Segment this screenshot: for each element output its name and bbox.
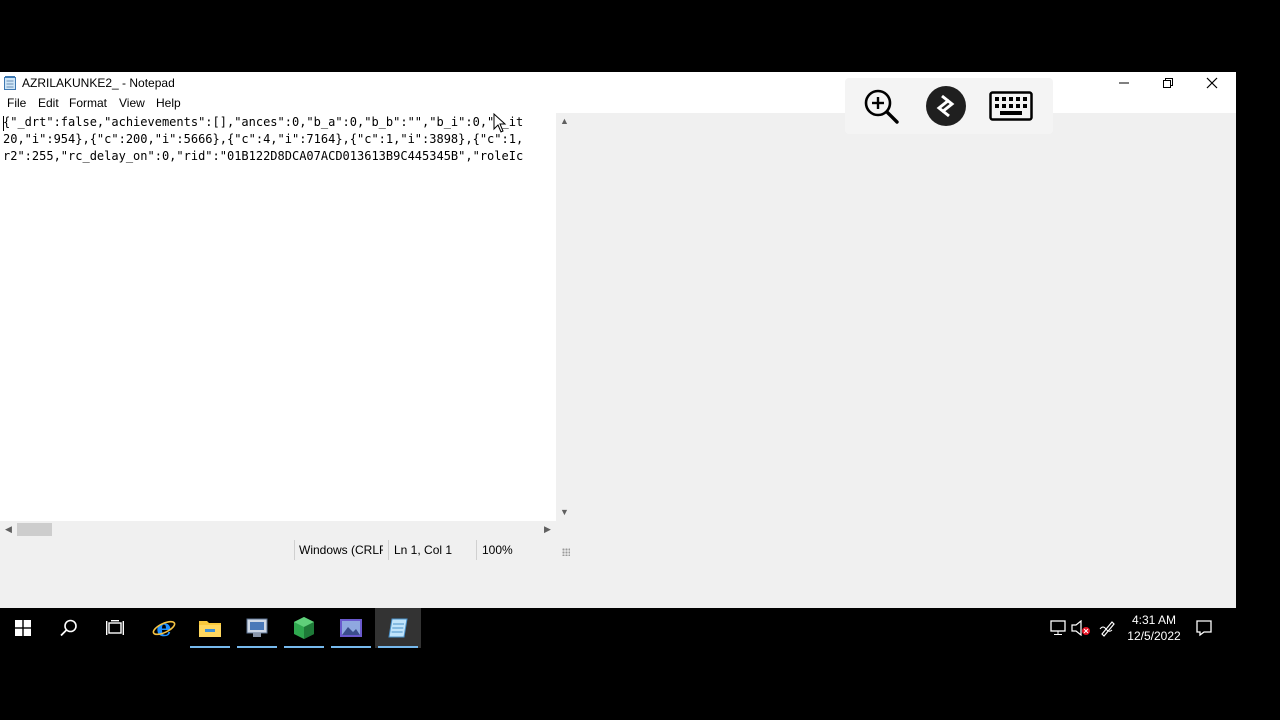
status-position: Ln 1, Col 1 <box>394 543 453 557</box>
status-zoom: 100% <box>482 543 513 557</box>
menu-format[interactable]: Format <box>69 96 107 110</box>
keyboard-button[interactable] <box>989 86 1033 126</box>
scroll-down-icon[interactable]: ▼ <box>556 504 573 521</box>
mouse-cursor-icon <box>493 113 507 133</box>
remote-desktop-icon <box>926 86 966 126</box>
restore-icon <box>1163 78 1173 88</box>
taskbar-notepad[interactable] <box>375 608 421 648</box>
remote-desktop-button[interactable] <box>924 86 968 126</box>
restore-button[interactable] <box>1146 72 1190 94</box>
status-line-ending: Windows (CRLF) <box>299 543 383 557</box>
menu-file[interactable]: File <box>7 96 26 110</box>
notepad-icon <box>388 618 408 638</box>
start-button[interactable] <box>0 608 46 648</box>
scroll-right-icon[interactable]: ▶ <box>539 521 556 538</box>
notepad-icon <box>4 76 16 90</box>
network-icon[interactable] <box>1048 618 1068 638</box>
minimize-button[interactable] <box>1102 72 1146 94</box>
scroll-left-icon[interactable]: ◀ <box>0 521 17 538</box>
scroll-up-icon[interactable]: ▲ <box>556 113 573 130</box>
horizontal-scrollbar[interactable]: ◀ ▶ <box>0 521 556 538</box>
start-icon <box>15 620 31 636</box>
pen-icon[interactable] <box>1098 618 1118 638</box>
vertical-scrollbar[interactable]: ▲ ▼ <box>556 113 573 521</box>
horizontal-scroll-thumb[interactable] <box>17 523 52 536</box>
status-separator <box>476 540 477 560</box>
notification-icon[interactable] <box>1194 618 1214 638</box>
menu-view[interactable]: View <box>119 96 145 110</box>
close-icon <box>1206 77 1218 89</box>
minimize-icon <box>1119 82 1129 84</box>
taskbar-internet-explorer[interactable]: e <box>141 608 187 648</box>
search-button[interactable] <box>46 608 92 648</box>
status-bar: Windows (CRLF) Ln 1, Col 1 100% <box>0 538 573 562</box>
clock-time: 4:31 AM <box>1131 613 1177 627</box>
taskbar-cube-app[interactable] <box>281 608 327 648</box>
svg-text:e: e <box>156 616 171 640</box>
file-explorer-icon <box>199 621 221 637</box>
taskbar: e 4:31 AM 12/5/2022 <box>0 608 1236 648</box>
editor-line-2: 20,"i":954},{"c":200,"i":5666},{"c":4,"i… <box>3 132 524 146</box>
task-view-icon <box>106 620 124 635</box>
taskbar-image-app[interactable] <box>328 608 374 648</box>
clock[interactable]: 4:31 AM 12/5/2022 <box>1122 612 1186 644</box>
menu-help[interactable]: Help <box>156 96 181 110</box>
resize-grip[interactable] <box>562 548 570 556</box>
editor-line-1: {"_drt":false,"achievements":[],"ances":… <box>3 115 524 129</box>
remote-toolbar <box>845 78 1053 134</box>
status-separator <box>294 540 295 560</box>
zoom-in-icon <box>864 89 899 124</box>
volume-muted-icon[interactable] <box>1071 618 1091 638</box>
clock-date: 12/5/2022 <box>1127 629 1181 643</box>
editor-line-3: r2":255,"rc_delay_on":0,"rid":"01B122D8D… <box>3 149 524 163</box>
status-separator <box>388 540 389 560</box>
window-title: AZRILAKUNKE2_ - Notepad <box>22 76 175 90</box>
search-icon <box>60 619 77 637</box>
taskbar-app[interactable] <box>234 608 280 648</box>
text-editor[interactable]: {"_drt":false,"achievements":[],"ances":… <box>0 113 556 521</box>
app-icon <box>246 618 268 637</box>
notepad-window: AZRILAKUNKE2_ - Notepad File Edit Format… <box>0 72 1236 608</box>
image-app-icon <box>340 619 362 637</box>
zoom-in-button[interactable] <box>859 86 903 126</box>
taskbar-file-explorer[interactable] <box>187 608 233 648</box>
menu-edit[interactable]: Edit <box>38 96 59 110</box>
cube-app-icon <box>294 617 314 639</box>
internet-explorer-icon: e <box>152 616 176 640</box>
close-button[interactable] <box>1190 72 1234 94</box>
task-view-button[interactable] <box>92 608 138 648</box>
keyboard-icon <box>989 91 1033 121</box>
